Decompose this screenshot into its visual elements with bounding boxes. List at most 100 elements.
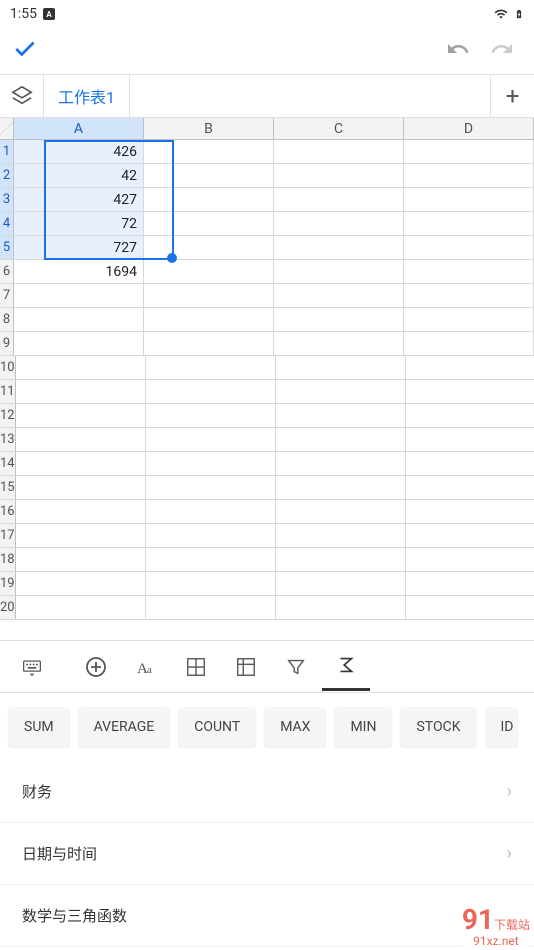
cell[interactable] — [14, 332, 144, 355]
cell[interactable] — [406, 596, 534, 619]
add-sheet-button[interactable]: + — [490, 75, 534, 117]
redo-button[interactable] — [490, 37, 514, 65]
function-category[interactable]: 财务 › — [0, 761, 534, 823]
cell[interactable] — [146, 452, 276, 475]
function-chip[interactable]: STOCK — [400, 707, 476, 747]
cell[interactable] — [274, 212, 404, 235]
cell[interactable] — [276, 452, 406, 475]
row-header[interactable]: 5 — [0, 236, 14, 259]
cell[interactable]: 72 — [14, 212, 144, 235]
cell[interactable] — [146, 380, 276, 403]
cell[interactable] — [274, 308, 404, 331]
cell[interactable] — [404, 236, 534, 259]
function-chip[interactable]: ID — [485, 707, 518, 747]
select-all-corner[interactable] — [0, 118, 14, 139]
row-header[interactable]: 16 — [0, 500, 16, 523]
cell[interactable] — [16, 548, 146, 571]
cell[interactable] — [276, 380, 406, 403]
cell[interactable]: 727 — [14, 236, 144, 259]
cell[interactable] — [274, 140, 404, 163]
cell[interactable] — [276, 524, 406, 547]
cell[interactable] — [276, 428, 406, 451]
row-header[interactable]: 1 — [0, 140, 14, 163]
cell[interactable] — [406, 572, 534, 595]
row-header[interactable]: 19 — [0, 572, 16, 595]
function-chip[interactable]: AVERAGE — [78, 707, 171, 747]
row-header[interactable]: 20 — [0, 596, 16, 619]
row-header[interactable]: 14 — [0, 452, 16, 475]
row-header[interactable]: 8 — [0, 308, 14, 331]
row-header[interactable]: 4 — [0, 212, 14, 235]
cell[interactable] — [406, 452, 534, 475]
text-format-button[interactable]: Aa — [122, 643, 170, 691]
row-header[interactable]: 9 — [0, 332, 14, 355]
filter-button[interactable] — [272, 643, 320, 691]
cell[interactable]: 427 — [14, 188, 144, 211]
function-category[interactable]: 日期与时间 › — [0, 823, 534, 885]
cell[interactable] — [406, 524, 534, 547]
table-button[interactable] — [222, 643, 270, 691]
cell[interactable] — [16, 380, 146, 403]
cell[interactable] — [404, 260, 534, 283]
cell[interactable] — [144, 140, 274, 163]
cell[interactable] — [146, 572, 276, 595]
cell[interactable] — [404, 284, 534, 307]
cell[interactable] — [406, 500, 534, 523]
sheet-tab[interactable]: 工作表1 — [44, 75, 130, 117]
row-header[interactable]: 18 — [0, 548, 16, 571]
cell[interactable] — [404, 140, 534, 163]
function-category[interactable]: 数学与三角函数 — [0, 885, 534, 947]
cell[interactable] — [274, 236, 404, 259]
cell[interactable] — [406, 356, 534, 379]
row-header[interactable]: 6 — [0, 260, 14, 283]
cell[interactable] — [404, 332, 534, 355]
cell[interactable] — [276, 548, 406, 571]
row-header[interactable]: 13 — [0, 428, 16, 451]
cell[interactable] — [406, 428, 534, 451]
cell[interactable] — [146, 428, 276, 451]
keyboard-button[interactable] — [8, 643, 56, 691]
cell[interactable] — [404, 212, 534, 235]
cell[interactable] — [146, 500, 276, 523]
insert-button[interactable] — [72, 643, 120, 691]
cell[interactable] — [404, 308, 534, 331]
cell[interactable] — [276, 500, 406, 523]
cell[interactable] — [16, 596, 146, 619]
cell[interactable] — [144, 260, 274, 283]
cell[interactable] — [406, 548, 534, 571]
row-header[interactable]: 12 — [0, 404, 16, 427]
cell[interactable] — [274, 260, 404, 283]
cell[interactable] — [276, 596, 406, 619]
confirm-button[interactable] — [12, 36, 38, 66]
row-header[interactable]: 2 — [0, 164, 14, 187]
cell[interactable] — [16, 452, 146, 475]
row-header[interactable]: 15 — [0, 476, 16, 499]
column-header[interactable]: B — [144, 118, 274, 139]
cell[interactable] — [14, 284, 144, 307]
column-header[interactable]: C — [274, 118, 404, 139]
row-header[interactable]: 11 — [0, 380, 16, 403]
cell-format-button[interactable] — [172, 643, 220, 691]
cell[interactable] — [406, 380, 534, 403]
cell[interactable] — [16, 428, 146, 451]
cell[interactable] — [146, 596, 276, 619]
cell[interactable] — [16, 476, 146, 499]
cell[interactable] — [16, 500, 146, 523]
cell[interactable] — [144, 284, 274, 307]
cell[interactable] — [146, 356, 276, 379]
spreadsheet-grid[interactable]: A B C D 1426 242 3427 472 5727 61694 7 8… — [0, 118, 534, 620]
cell[interactable]: 426 — [14, 140, 144, 163]
cell[interactable] — [276, 404, 406, 427]
cell[interactable] — [274, 188, 404, 211]
cell[interactable] — [144, 236, 274, 259]
sheets-button[interactable] — [0, 75, 44, 117]
cell[interactable] — [404, 164, 534, 187]
cell[interactable] — [404, 188, 534, 211]
cell[interactable]: 42 — [14, 164, 144, 187]
function-chip[interactable]: COUNT — [178, 707, 256, 747]
row-header[interactable]: 7 — [0, 284, 14, 307]
cell[interactable] — [406, 476, 534, 499]
cell[interactable] — [406, 404, 534, 427]
cell[interactable] — [276, 356, 406, 379]
cell[interactable] — [146, 476, 276, 499]
